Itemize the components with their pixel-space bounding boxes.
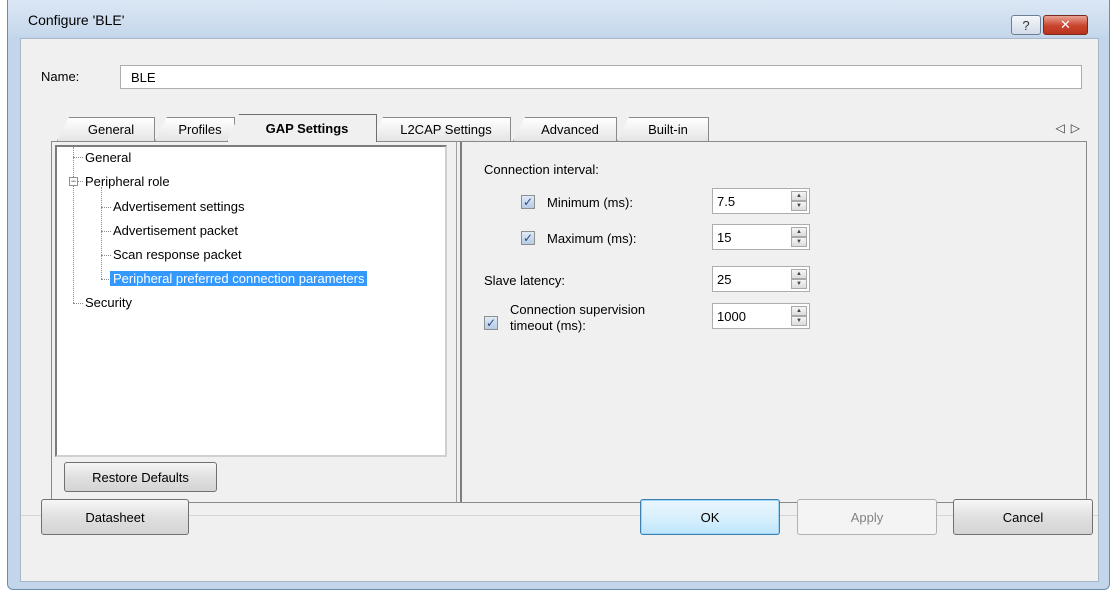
tree-item-security[interactable]: Security <box>82 293 135 312</box>
tree-item-advertisement-packet[interactable]: Advertisement packet <box>110 221 241 240</box>
tree-item-label: General <box>85 150 132 165</box>
configure-dialog: Configure 'BLE' ? ✕ Name: General Profil… <box>7 0 1110 590</box>
maximum-label: Maximum (ms): <box>547 231 637 246</box>
name-label: Name: <box>41 69 80 84</box>
tab-label: L2CAP Settings <box>400 122 492 137</box>
tab-label: GAP Settings <box>265 121 349 136</box>
tab-gap-settings[interactable]: GAP Settings <box>227 114 377 142</box>
apply-button[interactable]: Apply <box>797 499 937 535</box>
spin-down-icon[interactable]: ▼ <box>791 237 807 247</box>
slave-latency-input[interactable] <box>713 267 787 291</box>
settings-tree[interactable]: − General Peripheral role Advertisement … <box>55 145 447 457</box>
close-icon: ✕ <box>1060 17 1071 32</box>
datasheet-button[interactable]: Datasheet <box>41 499 189 535</box>
tab-label: General <box>87 122 135 137</box>
supervision-timeout-stepper[interactable]: ▲ ▼ <box>712 303 810 329</box>
tab-label: Built-in <box>648 122 688 137</box>
tree-item-label: Scan response packet <box>113 247 242 262</box>
spin-buttons: ▲ ▼ <box>791 269 807 289</box>
spin-down-icon[interactable]: ▼ <box>791 279 807 289</box>
tree-item-label: Advertisement settings <box>113 199 245 214</box>
name-input[interactable] <box>120 65 1082 89</box>
connection-parameters-panel: Connection interval: ✓ Minimum (ms): ▲ ▼… <box>466 142 1086 502</box>
maximum-input[interactable] <box>713 225 787 249</box>
minimum-checkbox[interactable]: ✓ <box>521 195 535 209</box>
restore-defaults-button[interactable]: Restore Defaults <box>64 462 217 492</box>
spin-down-icon[interactable]: ▼ <box>791 316 807 326</box>
spin-buttons: ▲ ▼ <box>791 227 807 247</box>
help-button[interactable]: ? <box>1011 15 1041 35</box>
tree-item-label: Security <box>85 295 132 310</box>
tree-item-scan-response-packet[interactable]: Scan response packet <box>110 245 245 264</box>
slave-latency-stepper[interactable]: ▲ ▼ <box>712 266 810 292</box>
check-icon: ✓ <box>522 231 534 245</box>
tab-built-in[interactable]: Built-in <box>617 117 709 141</box>
supervision-timeout-input[interactable] <box>713 304 787 328</box>
minimum-stepper[interactable]: ▲ ▼ <box>712 188 810 214</box>
window-title: Configure 'BLE' <box>28 12 125 28</box>
connection-interval-label: Connection interval: <box>484 162 599 177</box>
help-icon: ? <box>1022 17 1030 33</box>
tree-item-label: Peripheral preferred connection paramete… <box>110 271 368 286</box>
spin-up-icon[interactable]: ▲ <box>791 227 807 237</box>
dialog-client-area: Name: General Profiles GAP Settings L2CA… <box>20 38 1099 582</box>
tab-scroll-right-icon[interactable]: ▷ <box>1071 121 1086 135</box>
tree-item-peripheral-preferred-connection-parameters[interactable]: Peripheral preferred connection paramete… <box>110 269 368 288</box>
spin-up-icon[interactable]: ▲ <box>791 269 807 279</box>
maximum-stepper[interactable]: ▲ ▼ <box>712 224 810 250</box>
spin-up-icon[interactable]: ▲ <box>791 191 807 201</box>
tab-label: Profiles <box>178 122 222 137</box>
spin-buttons: ▲ ▼ <box>791 306 807 326</box>
minimum-label: Minimum (ms): <box>547 195 633 210</box>
tree-line <box>101 187 102 279</box>
close-button[interactable]: ✕ <box>1043 15 1088 35</box>
tree-item-advertisement-settings[interactable]: Advertisement settings <box>110 197 248 216</box>
supervision-timeout-label-line2: timeout (ms): <box>510 318 586 333</box>
tab-scroll-left-icon[interactable]: ◁ <box>1056 121 1071 135</box>
slave-latency-label: Slave latency: <box>484 273 565 288</box>
tree-item-peripheral-role[interactable]: Peripheral role <box>82 172 173 191</box>
tab-profiles[interactable]: Profiles <box>155 117 235 141</box>
tab-label: Advanced <box>541 122 599 137</box>
spin-up-icon[interactable]: ▲ <box>791 306 807 316</box>
spin-down-icon[interactable]: ▼ <box>791 201 807 211</box>
check-icon: ✓ <box>522 195 534 209</box>
tab-general[interactable]: General <box>57 117 155 141</box>
check-icon: ✓ <box>485 316 497 330</box>
tab-scroll-arrows: ◁▷ <box>1056 121 1086 135</box>
tree-line <box>73 147 74 303</box>
tree-item-label: Peripheral role <box>85 174 170 189</box>
gap-settings-page: − General Peripheral role Advertisement … <box>51 141 1087 503</box>
panel-splitter[interactable] <box>456 142 462 502</box>
collapse-expander-icon[interactable]: − <box>69 177 78 186</box>
supervision-timeout-label-line1: Connection supervision <box>510 302 646 317</box>
maximum-checkbox[interactable]: ✓ <box>521 231 535 245</box>
tree-item-label: Advertisement packet <box>113 223 239 238</box>
tree-item-general[interactable]: General <box>82 148 134 167</box>
tab-bar: General Profiles GAP Settings L2CAP Sett… <box>21 113 1100 142</box>
tab-l2cap-settings[interactable]: L2CAP Settings <box>371 117 511 141</box>
tab-advanced[interactable]: Advanced <box>513 117 617 141</box>
title-bar[interactable]: Configure 'BLE' ? ✕ <box>8 0 1109 36</box>
cancel-button[interactable]: Cancel <box>953 499 1093 535</box>
ok-button[interactable]: OK <box>640 499 780 535</box>
supervision-timeout-checkbox[interactable]: ✓ <box>484 316 498 330</box>
spin-buttons: ▲ ▼ <box>791 191 807 211</box>
minimum-input[interactable] <box>713 189 787 213</box>
